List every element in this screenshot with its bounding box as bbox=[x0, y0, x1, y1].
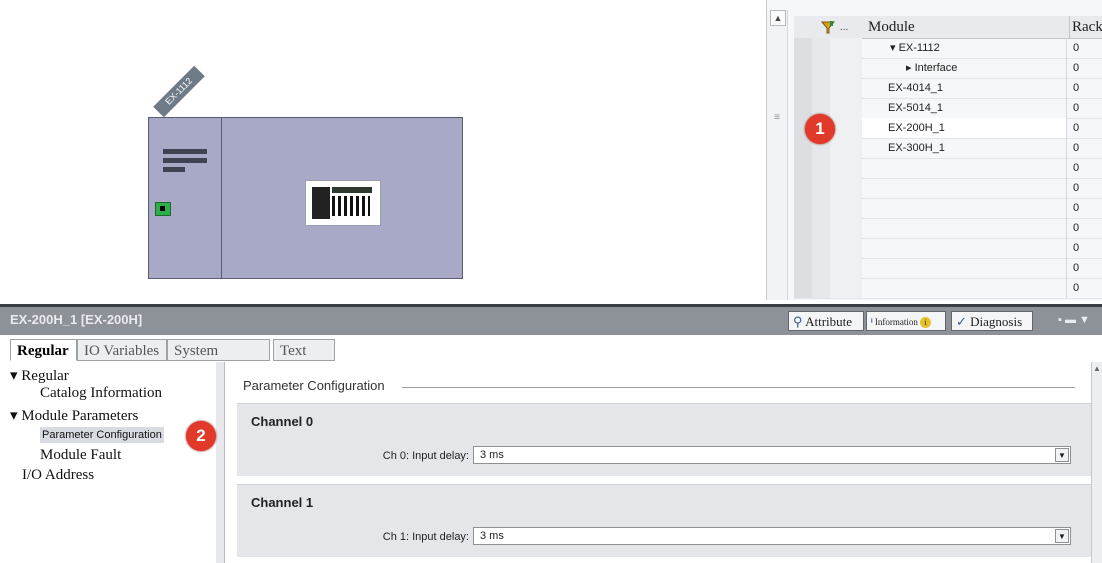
info-circle-icon: i bbox=[920, 317, 932, 328]
station-divider bbox=[221, 118, 222, 278]
module-column-header[interactable]: Module bbox=[868, 16, 915, 38]
status-bar-3 bbox=[163, 167, 185, 172]
row-rack: 0 bbox=[1066, 198, 1102, 218]
diagnosis-icon: ✓ bbox=[956, 314, 967, 329]
content-scrollbar[interactable]: ▲ bbox=[1091, 362, 1102, 563]
channel-title: Channel 1 bbox=[251, 495, 314, 510]
row-rack: 0 bbox=[1066, 218, 1102, 238]
step-badge-2: 2 bbox=[186, 421, 216, 451]
table-row[interactable]: EX-5014_1 0 bbox=[794, 98, 1102, 119]
rack-column-header[interactable]: Rack bbox=[1069, 16, 1102, 38]
row-rack: 0 bbox=[1066, 98, 1102, 118]
table-row[interactable]: 0 bbox=[794, 198, 1102, 219]
inspector-tab-row: Regular IO Variables System Constant Tex… bbox=[0, 335, 1102, 381]
row-name: EX-300H_1 bbox=[888, 142, 945, 154]
table-row[interactable]: 0 bbox=[794, 278, 1102, 299]
restore-icon[interactable]: ▪ bbox=[1058, 314, 1062, 326]
row-rack: 0 bbox=[1066, 78, 1102, 98]
step-badge-1: 1 bbox=[805, 114, 835, 144]
row-rack: 0 bbox=[1066, 258, 1102, 278]
nav-item-regular[interactable]: ▾ Regular bbox=[10, 366, 69, 385]
table-row[interactable]: EX-300H_1 0 bbox=[794, 138, 1102, 159]
diagnosis-tab[interactable]: ✓ Diagnosis bbox=[951, 311, 1033, 331]
device-view-canvas[interactable]: EX-1112 bbox=[0, 0, 766, 300]
device-station[interactable] bbox=[148, 117, 463, 279]
section-title: Parameter Configuration bbox=[243, 378, 385, 393]
row-rack: 0 bbox=[1066, 38, 1102, 58]
channel-group: Channel 0 Ch 0: Input delay: 3 ms ▼ bbox=[237, 403, 1091, 476]
row-rack: 0 bbox=[1066, 58, 1102, 78]
inspector-title: EX-200H_1 [EX-200H] bbox=[10, 312, 143, 327]
status-bar-1 bbox=[163, 149, 207, 154]
inspector-title-bar: EX-200H_1 [EX-200H] ⚲ Attribute ⁱ Inform… bbox=[0, 304, 1102, 335]
tab-text[interactable]: Text bbox=[273, 339, 335, 361]
row-name: EX-5014_1 bbox=[888, 102, 944, 114]
device-overview-table: ▲ ≡ ... Module Rack ▾ EX-1112 0 ▸ Interf… bbox=[766, 0, 1102, 300]
table-row[interactable]: 0 bbox=[794, 178, 1102, 199]
input-delay-select[interactable]: 3 ms ▼ bbox=[473, 527, 1071, 545]
information-tab[interactable]: ⁱ Information i bbox=[866, 311, 946, 331]
scroll-thumb-icon[interactable]: ≡ bbox=[771, 112, 783, 132]
attribute-tab-label: Attribute bbox=[805, 314, 853, 329]
parameter-content-panel: Parameter Configuration Channel 0 Ch 0: … bbox=[225, 362, 1091, 563]
row-name: EX-200H_1 bbox=[888, 122, 945, 134]
input-delay-label: Ch 1: Input delay: bbox=[382, 531, 469, 543]
minimize-icon[interactable]: ▬ bbox=[1065, 314, 1076, 326]
tab-system-constant[interactable]: System Constant bbox=[167, 339, 270, 381]
table-row-selected[interactable]: EX-200H_1 0 bbox=[794, 118, 1102, 139]
io-module-image[interactable] bbox=[305, 180, 381, 226]
section-divider bbox=[402, 387, 1075, 388]
row-name: EX-4014_1 bbox=[888, 82, 944, 94]
information-tab-label: Information bbox=[874, 317, 918, 327]
overview-scrollbar[interactable]: ▲ ≡ bbox=[767, 10, 788, 300]
chevron-down-icon[interactable]: ▼ bbox=[1055, 448, 1069, 462]
chevron-down-icon[interactable]: ▼ bbox=[1079, 314, 1090, 326]
row-rack: 0 bbox=[1066, 278, 1102, 298]
row-name: ▸ Interface bbox=[906, 62, 958, 74]
nav-item-io-address[interactable]: I/O Address bbox=[22, 467, 94, 484]
device-name-tag: EX-1112 bbox=[153, 65, 205, 118]
nav-item-module-parameters[interactable]: ▾ Module Parameters bbox=[10, 406, 138, 425]
input-delay-value: 3 ms bbox=[480, 530, 504, 542]
diagnosis-tab-label: Diagnosis bbox=[970, 314, 1023, 329]
table-row[interactable]: ▾ EX-1112 0 bbox=[794, 38, 1102, 59]
row-rack: 0 bbox=[1066, 138, 1102, 158]
filter-icon[interactable] bbox=[820, 16, 838, 38]
channel-group: Channel 1 Ch 1: Input delay: 3 ms ▼ bbox=[237, 484, 1091, 557]
scroll-up-icon[interactable]: ▲ bbox=[770, 10, 786, 26]
table-row[interactable]: 0 bbox=[794, 238, 1102, 259]
channel-title: Channel 0 bbox=[251, 414, 314, 429]
table-row[interactable]: 0 bbox=[794, 258, 1102, 279]
nav-scrollbar[interactable] bbox=[216, 362, 225, 563]
input-delay-label: Ch 0: Input delay: bbox=[382, 450, 469, 462]
overview-header: ... Module Rack bbox=[794, 16, 1102, 39]
status-bar-2 bbox=[163, 158, 207, 163]
table-row[interactable]: ▸ Interface 0 bbox=[794, 58, 1102, 79]
row-rack: 0 bbox=[1066, 158, 1102, 178]
magnifier-icon: ⚲ bbox=[793, 314, 803, 329]
scroll-up-icon[interactable]: ▲ bbox=[1093, 364, 1101, 373]
row-name: ▾ EX-1112 bbox=[890, 42, 940, 54]
table-row[interactable]: EX-4014_1 0 bbox=[794, 78, 1102, 99]
input-delay-value: 3 ms bbox=[480, 449, 504, 461]
network-port-icon[interactable] bbox=[155, 202, 171, 216]
tab-regular[interactable]: Regular bbox=[10, 339, 77, 361]
input-delay-select[interactable]: 3 ms ▼ bbox=[473, 446, 1071, 464]
parameter-nav-tree: ▾ Regular Catalog Information ▾ Module P… bbox=[0, 362, 217, 563]
column-options-header[interactable]: ... bbox=[840, 16, 860, 38]
row-rack: 0 bbox=[1066, 238, 1102, 258]
window-controls[interactable]: ▪ ▬ ▼ bbox=[1058, 314, 1090, 326]
tab-io-variables[interactable]: IO Variables bbox=[77, 339, 167, 361]
chevron-down-icon[interactable]: ▼ bbox=[1055, 529, 1069, 543]
nav-item-catalog-information[interactable]: Catalog Information bbox=[40, 385, 162, 402]
row-rack: 0 bbox=[1066, 118, 1102, 138]
row-rack: 0 bbox=[1066, 178, 1102, 198]
table-row[interactable]: 0 bbox=[794, 158, 1102, 179]
nav-item-module-fault[interactable]: Module Fault bbox=[40, 447, 121, 464]
info-tab-icon: ⁱ bbox=[871, 317, 873, 327]
nav-item-parameter-configuration[interactable]: Parameter Configuration bbox=[40, 427, 164, 443]
attribute-tab[interactable]: ⚲ Attribute bbox=[788, 311, 864, 331]
table-row[interactable]: 0 bbox=[794, 218, 1102, 239]
